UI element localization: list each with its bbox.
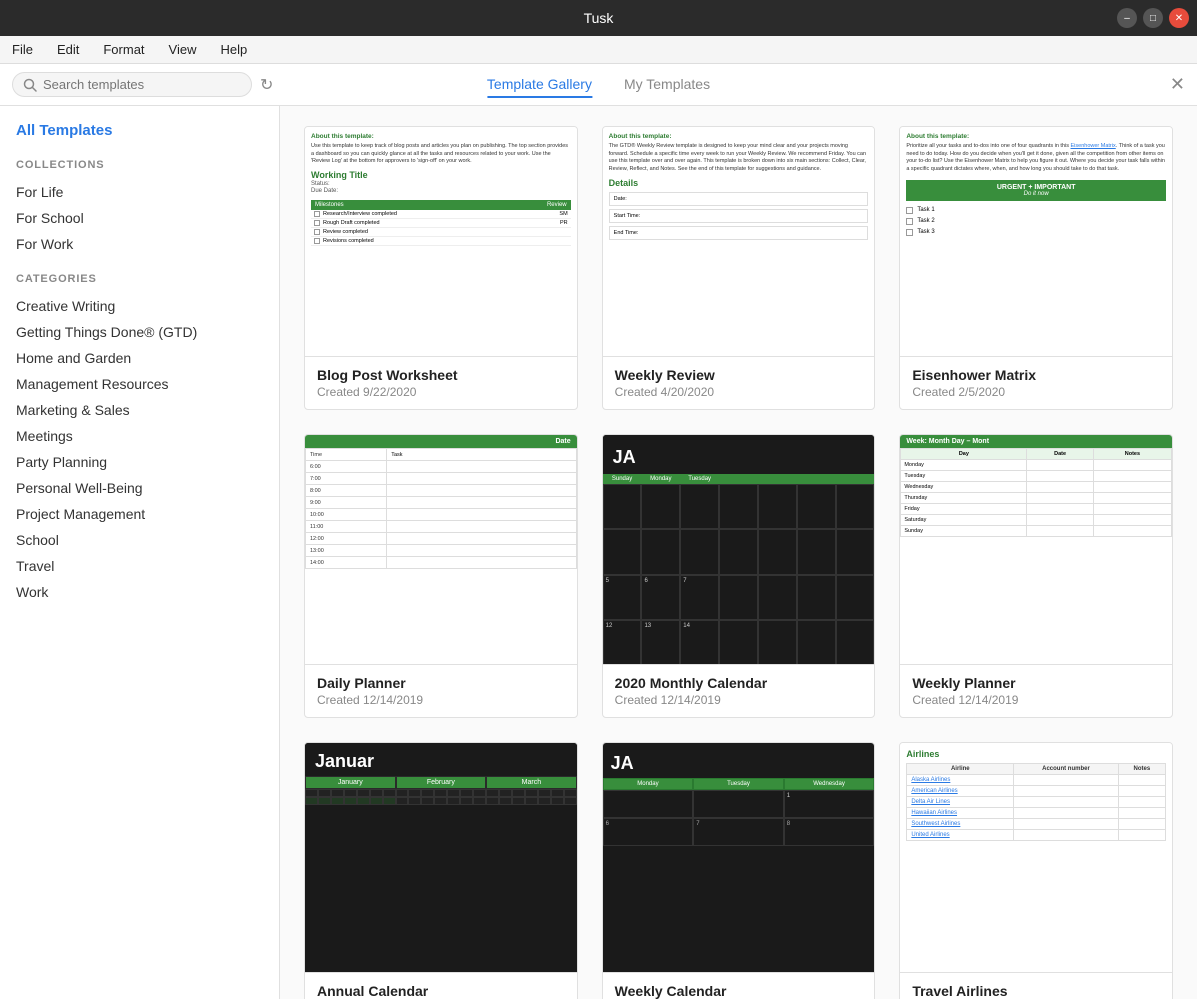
template-date-daily-planner: Created 12/14/2019 bbox=[317, 693, 565, 707]
template-card-annual-calendar[interactable]: Januar January February March bbox=[304, 742, 578, 999]
content-area: All Templates COLLECTIONS For Life For S… bbox=[0, 106, 1197, 999]
search-input[interactable] bbox=[43, 77, 241, 92]
template-name-monthly-calendar: 2020 Monthly Calendar bbox=[615, 675, 863, 691]
categories-title: CATEGORIES bbox=[16, 273, 263, 285]
sidebar-item-management[interactable]: Management Resources bbox=[16, 371, 263, 397]
template-date-weekly-planner: Created 12/14/2019 bbox=[912, 693, 1160, 707]
template-name-blog: Blog Post Worksheet bbox=[317, 367, 565, 383]
close-panel-button[interactable]: ✕ bbox=[1170, 74, 1185, 95]
template-card-monthly-calendar[interactable]: JA Sunday Monday Tuesday bbox=[602, 434, 876, 718]
titlebar: Tusk – □ ✕ bbox=[0, 0, 1197, 36]
menu-edit[interactable]: Edit bbox=[53, 40, 83, 59]
sidebar-categories-section: CATEGORIES Creative Writing Getting Thin… bbox=[16, 273, 263, 605]
sidebar-item-for-school[interactable]: For School bbox=[16, 205, 263, 231]
template-card-daily-planner[interactable]: Date TimeTask 6:00 7:00 8:00 9:00 10:00 … bbox=[304, 434, 578, 718]
window-controls: – □ ✕ bbox=[1117, 8, 1189, 28]
templates-grid: About this template: Use this template t… bbox=[304, 126, 1173, 999]
template-preview-daily-planner: Date TimeTask 6:00 7:00 8:00 9:00 10:00 … bbox=[305, 435, 577, 665]
template-card-eisenhower[interactable]: About this template: Prioritize all your… bbox=[899, 126, 1173, 410]
search-wrapper bbox=[12, 72, 252, 97]
template-info-eisenhower: Eisenhower Matrix Created 2/5/2020 bbox=[900, 357, 1172, 409]
tab-template-gallery[interactable]: Template Gallery bbox=[487, 72, 592, 98]
sidebar-item-wellbeing[interactable]: Personal Well-Being bbox=[16, 475, 263, 501]
template-name-weekly-review: Weekly Review bbox=[615, 367, 863, 383]
template-info-blog: Blog Post Worksheet Created 9/22/2020 bbox=[305, 357, 577, 409]
template-card-weekly-planner[interactable]: Week: Month Day – Mont DayDateNotes Mond… bbox=[899, 434, 1173, 718]
template-preview-weekly-planner: Week: Month Day – Mont DayDateNotes Mond… bbox=[900, 435, 1172, 665]
sidebar-item-for-life[interactable]: For Life bbox=[16, 179, 263, 205]
app-title: Tusk bbox=[584, 10, 614, 26]
sidebar-item-meetings[interactable]: Meetings bbox=[16, 423, 263, 449]
template-preview-weekly-calendar-2: JA Monday Tuesday Wednesday 1 bbox=[603, 743, 875, 973]
template-info-monthly-calendar: 2020 Monthly Calendar Created 12/14/2019 bbox=[603, 665, 875, 717]
template-preview-monthly-calendar: JA Sunday Monday Tuesday bbox=[603, 435, 875, 665]
minimize-button[interactable]: – bbox=[1117, 8, 1137, 28]
template-card-weekly-review[interactable]: About this template: The GTD® Weekly Rev… bbox=[602, 126, 876, 410]
collections-title: COLLECTIONS bbox=[16, 159, 263, 171]
template-info-weekly-review: Weekly Review Created 4/20/2020 bbox=[603, 357, 875, 409]
template-name-weekly-planner: Weekly Planner bbox=[912, 675, 1160, 691]
search-icon bbox=[23, 78, 37, 92]
tabs: Template Gallery My Templates bbox=[487, 72, 710, 98]
refresh-button[interactable]: ↻ bbox=[260, 75, 273, 95]
sidebar-item-for-work[interactable]: For Work bbox=[16, 231, 263, 257]
template-card-weekly-calendar-2[interactable]: JA Monday Tuesday Wednesday 1 bbox=[602, 742, 876, 999]
menu-help[interactable]: Help bbox=[216, 40, 251, 59]
template-preview-annual-calendar: Januar January February March bbox=[305, 743, 577, 973]
menu-view[interactable]: View bbox=[165, 40, 201, 59]
template-preview-weekly-review: About this template: The GTD® Weekly Rev… bbox=[603, 127, 875, 357]
template-name-annual-calendar: Annual Calendar bbox=[317, 983, 565, 999]
sidebar: All Templates COLLECTIONS For Life For S… bbox=[0, 106, 280, 999]
sidebar-item-gtd[interactable]: Getting Things Done® (GTD) bbox=[16, 319, 263, 345]
template-name-eisenhower: Eisenhower Matrix bbox=[912, 367, 1160, 383]
menubar: File Edit Format View Help bbox=[0, 36, 1197, 64]
template-info-weekly-planner: Weekly Planner Created 12/14/2019 bbox=[900, 665, 1172, 717]
maximize-button[interactable]: □ bbox=[1143, 8, 1163, 28]
template-date-monthly-calendar: Created 12/14/2019 bbox=[615, 693, 863, 707]
template-card-blog[interactable]: About this template: Use this template t… bbox=[304, 126, 578, 410]
sidebar-item-home-garden[interactable]: Home and Garden bbox=[16, 345, 263, 371]
template-info-annual-calendar: Annual Calendar Created 12/14/2019 bbox=[305, 973, 577, 999]
sidebar-item-marketing[interactable]: Marketing & Sales bbox=[16, 397, 263, 423]
template-preview-blog: About this template: Use this template t… bbox=[305, 127, 577, 357]
gallery-area: About this template: Use this template t… bbox=[280, 106, 1197, 999]
template-card-airlines[interactable]: Airlines AirlineAccount numberNotes Alas… bbox=[899, 742, 1173, 999]
sidebar-collections-section: COLLECTIONS For Life For School For Work bbox=[16, 159, 263, 257]
template-name-daily-planner: Daily Planner bbox=[317, 675, 565, 691]
close-window-button[interactable]: ✕ bbox=[1169, 8, 1189, 28]
template-preview-airlines: Airlines AirlineAccount numberNotes Alas… bbox=[900, 743, 1172, 973]
template-info-weekly-calendar-2: Weekly Calendar Created 12/14/2019 bbox=[603, 973, 875, 999]
template-date-weekly-review: Created 4/20/2020 bbox=[615, 385, 863, 399]
app-container: ↻ Template Gallery My Templates ✕ All Te… bbox=[0, 64, 1197, 999]
template-name-weekly-calendar-2: Weekly Calendar bbox=[615, 983, 863, 999]
template-info-daily-planner: Daily Planner Created 12/14/2019 bbox=[305, 665, 577, 717]
template-preview-eisenhower: About this template: Prioritize all your… bbox=[900, 127, 1172, 357]
sidebar-item-project[interactable]: Project Management bbox=[16, 501, 263, 527]
sidebar-item-school[interactable]: School bbox=[16, 527, 263, 553]
template-info-airlines: Travel Airlines Created 12/14/2019 bbox=[900, 973, 1172, 999]
sidebar-item-creative-writing[interactable]: Creative Writing bbox=[16, 293, 263, 319]
tab-my-templates[interactable]: My Templates bbox=[624, 72, 710, 98]
menu-file[interactable]: File bbox=[8, 40, 37, 59]
template-name-airlines: Travel Airlines bbox=[912, 983, 1160, 999]
sidebar-item-travel[interactable]: Travel bbox=[16, 553, 263, 579]
toolbar: ↻ Template Gallery My Templates ✕ bbox=[0, 64, 1197, 106]
template-date-eisenhower: Created 2/5/2020 bbox=[912, 385, 1160, 399]
menu-format[interactable]: Format bbox=[99, 40, 148, 59]
template-date-blog: Created 9/22/2020 bbox=[317, 385, 565, 399]
sidebar-all-templates[interactable]: All Templates bbox=[16, 122, 263, 139]
sidebar-item-work[interactable]: Work bbox=[16, 579, 263, 605]
sidebar-item-party[interactable]: Party Planning bbox=[16, 449, 263, 475]
